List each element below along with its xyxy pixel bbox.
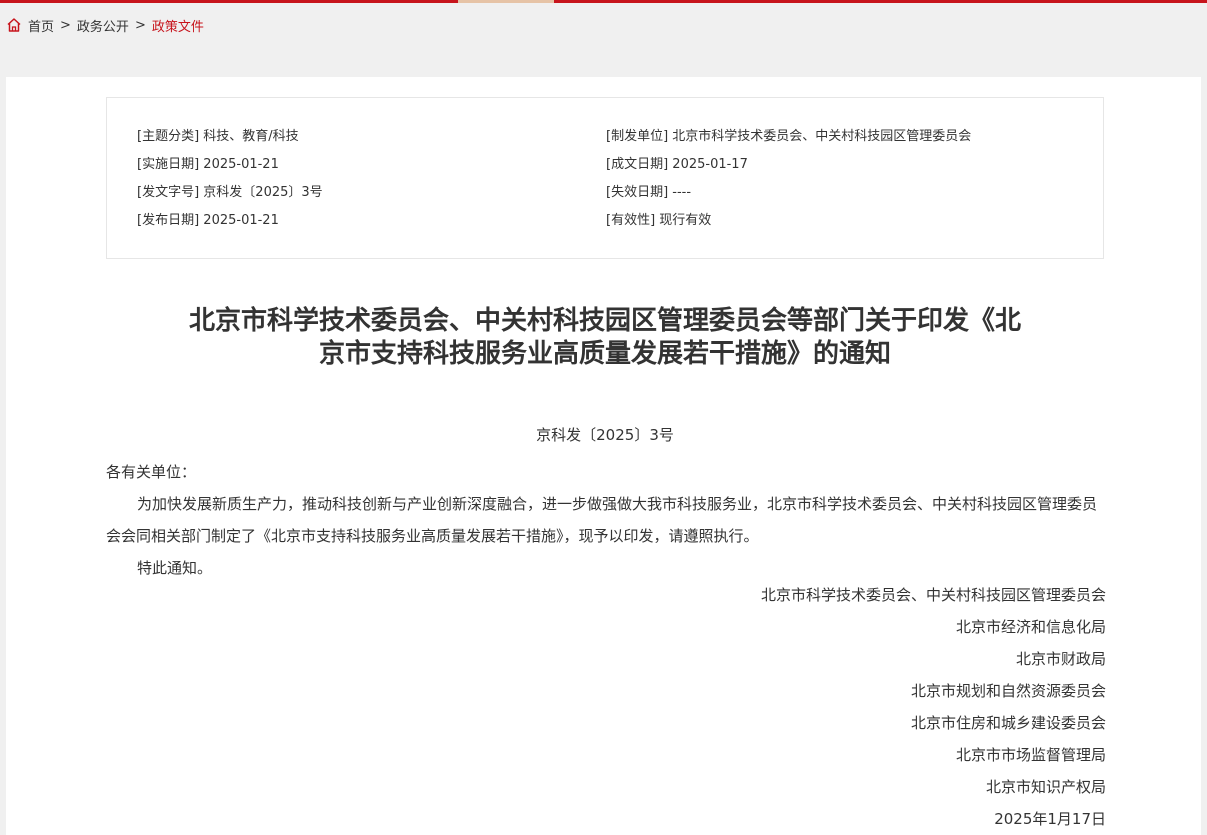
metadata-right-column: [制发单位] 北京市科学技术委员会、中关村科技园区管理委员会 [成文日期] 20… [606, 127, 971, 239]
document-title-line-2: 京市支持科技服务业高质量发展若干措施》的通知 [318, 339, 891, 369]
document-content: [主题分类] 科技、教育/科技 [实施日期] 2025-01-21 [发文字号]… [6, 77, 1201, 835]
metadata-row-issuing-unit: [制发单位] 北京市科学技术委员会、中关村科技园区管理委员会 [606, 127, 971, 155]
metadata-value: 2025-01-21 [203, 157, 279, 172]
metadata-key: [实施日期] [137, 157, 200, 172]
metadata-row-subject: [主题分类] 科技、教育/科技 [137, 127, 323, 155]
home-icon[interactable] [6, 17, 22, 33]
metadata-value: 2025-01-17 [672, 157, 748, 172]
signer-line: 北京市知识产权局 [985, 778, 1106, 796]
top-bar [0, 0, 1207, 3]
breadcrumb: 首页 > 政务公开 > 政策文件 [6, 14, 204, 36]
document-metadata-box: [主题分类] 科技、教育/科技 [实施日期] 2025-01-21 [发文字号]… [106, 97, 1104, 259]
signer-line: 北京市规划和自然资源委员会 [910, 682, 1106, 700]
signing-date: 2025年1月17日 [994, 810, 1106, 828]
metadata-row-effective-date: [实施日期] 2025-01-21 [137, 155, 323, 183]
breadcrumb-separator: > [134, 17, 146, 33]
metadata-value: ---- [672, 185, 692, 200]
metadata-value: 2025-01-21 [203, 213, 279, 228]
document-body: 各有关单位： 为加快发展新质生产力，推动科技创新与产业创新深度融合，进一步做强做… [106, 456, 1106, 584]
metadata-key: [失效日期] [606, 185, 669, 200]
metadata-key: [制发单位] [606, 129, 669, 144]
metadata-value: 现行有效 [659, 213, 712, 228]
document-number: 京科发〔2025〕3号 [536, 426, 674, 444]
breadcrumb-separator: > [60, 17, 71, 33]
signer-line: 北京市科学技术委员会、中关村科技园区管理委员会 [760, 586, 1106, 604]
signer-line: 北京市住房和城乡建设委员会 [910, 714, 1106, 732]
metadata-row-written-date: [成文日期] 2025-01-17 [606, 155, 971, 183]
document-paragraph: 为加快发展新质生产力，推动科技创新与产业创新深度融合，进一步做强做大我市科技服务… [106, 495, 1098, 545]
signer-line: 北京市市场监督管理局 [955, 746, 1106, 764]
metadata-row-validity: [有效性] 现行有效 [606, 211, 971, 239]
metadata-key: [发文字号] [137, 185, 200, 200]
document-title-line-1: 北京市科学技术委员会、中关村科技园区管理委员会等部门关于印发《北 [188, 306, 1021, 336]
document-salutation: 各有关单位： [106, 463, 197, 481]
signer-line: 北京市财政局 [1015, 650, 1106, 668]
metadata-row-document-number: [发文字号] 京科发〔2025〕3号 [137, 183, 323, 211]
breadcrumb-home-link[interactable]: 首页 [28, 16, 54, 35]
metadata-row-publish-date: [发布日期] 2025-01-21 [137, 211, 323, 239]
metadata-key: [发布日期] [137, 213, 200, 228]
metadata-key: [成文日期] [606, 157, 669, 172]
top-bar-active-indicator [458, 0, 554, 3]
metadata-key: [主题分类] [137, 129, 200, 144]
document-signers: 北京市科学技术委员会、中关村科技园区管理委员会 北京市经济和信息化局 北京市财政… [761, 579, 1106, 835]
breadcrumb-current-link[interactable]: 政策文件 [152, 16, 204, 35]
metadata-left-column: [主题分类] 科技、教育/科技 [实施日期] 2025-01-21 [发文字号]… [137, 127, 323, 239]
document-title: 北京市科学技术委员会、中关村科技园区管理委员会等部门关于印发《北 京市支持科技服… [106, 305, 1104, 371]
metadata-row-expiry-date: [失效日期] ---- [606, 183, 971, 211]
metadata-key: [有效性] [606, 213, 656, 228]
metadata-value: 北京市科学技术委员会、中关村科技园区管理委员会 [672, 129, 972, 144]
breadcrumb-section-link[interactable]: 政务公开 [77, 16, 129, 35]
metadata-value: 京科发〔2025〕3号 [203, 185, 323, 200]
metadata-value: 科技、教育/科技 [203, 129, 299, 144]
signer-line: 北京市经济和信息化局 [955, 618, 1106, 636]
